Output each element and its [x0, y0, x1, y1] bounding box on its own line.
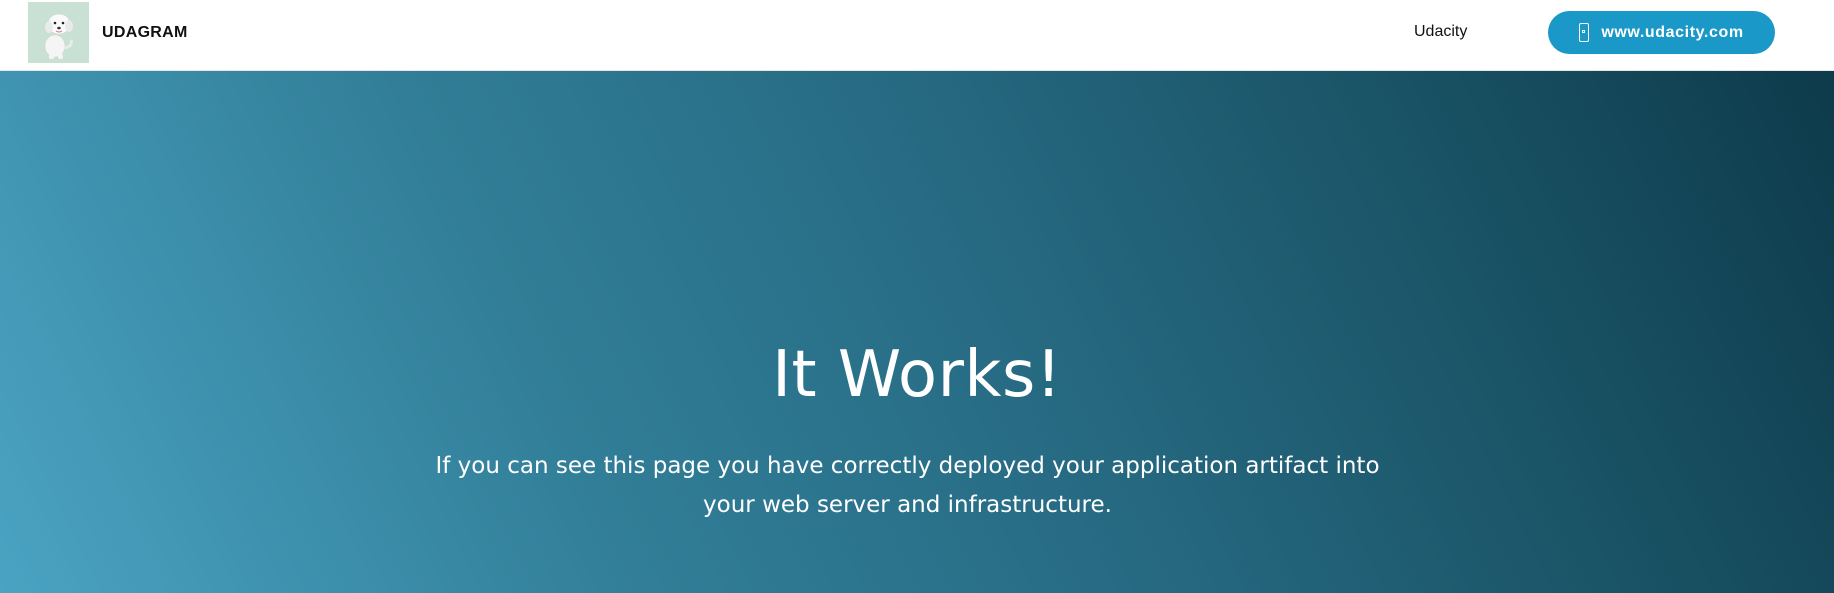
nav-link-udacity[interactable]: Udacity [1414, 22, 1467, 42]
udacity-website-button[interactable]: www.udacity.com [1548, 11, 1775, 54]
udacity-website-button-label: www.udacity.com [1601, 23, 1744, 41]
puppy-logo-icon [28, 2, 89, 63]
brand-link[interactable]: UDAGRAM [28, 2, 188, 63]
hero-title: It Works! [772, 338, 1062, 412]
navbar: UDAGRAM Udacity www.udacity.com [0, 0, 1834, 71]
hero-section: It Works! If you can see this page you h… [0, 71, 1834, 593]
brand-name: UDAGRAM [102, 23, 188, 41]
hero-subtitle: If you can see this page you have correc… [435, 453, 1380, 518]
phone-icon [1579, 23, 1590, 42]
